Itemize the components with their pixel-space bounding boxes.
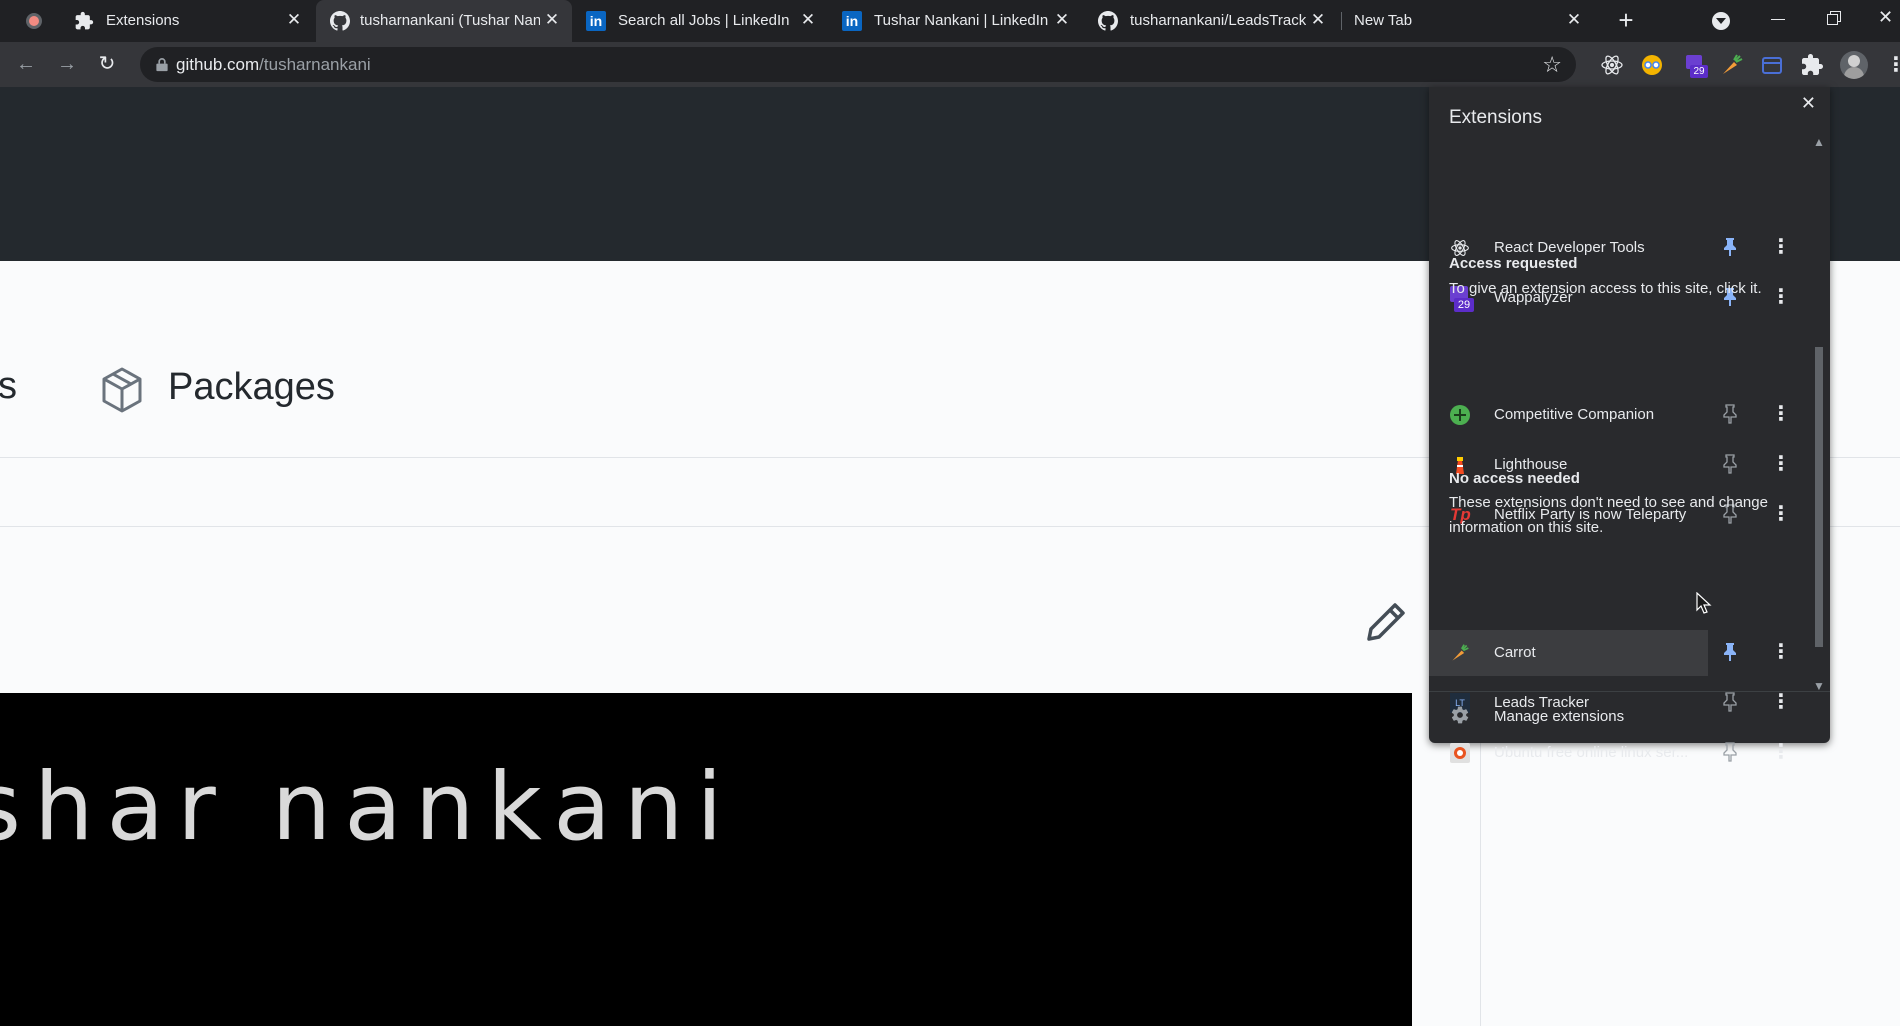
calendar-extension-icon[interactable] [1760,53,1784,77]
pin-icon[interactable] [1723,642,1737,662]
manage-extensions-label: Manage extensions [1494,708,1625,725]
tab-strip: Extensions ✕ tusharnankani (Tushar Nan ✕… [0,0,1900,42]
tab-new-tab[interactable]: New Tab ✕ [1342,0,1596,42]
extension-name: React Developer Tools [1494,239,1645,256]
close-icon[interactable]: ✕ [1052,10,1072,30]
extension-row-carrot-actions: ⋮ [1429,630,1809,676]
badge-count: 29 [1690,65,1708,78]
wappalyzer-icon[interactable]: 29 [1684,53,1708,78]
tab-linkedin-profile[interactable]: in Tushar Nankani | LinkedIn ✕ [830,0,1084,42]
pin-outline-icon[interactable] [1723,454,1737,474]
scroll-up-arrow[interactable]: ▲ [1812,135,1826,149]
back-button[interactable]: ← [14,52,38,76]
tab-search-icon[interactable] [1712,12,1730,30]
mouse-cursor-icon [1696,592,1712,614]
extensions-popup: Extensions ✕ React Developer Tools ⋮ 29 … [1429,87,1830,763]
pencil-icon[interactable] [1365,601,1407,643]
restore-button[interactable] [1824,8,1844,28]
scrollbar-thumb[interactable] [1815,347,1823,647]
carrot-icon[interactable] [1720,53,1744,77]
package-icon [102,367,142,413]
close-icon[interactable]: ✕ [542,10,562,30]
extensions-puzzle-icon[interactable] [1800,53,1824,77]
competitive-companion-icon [1450,405,1470,425]
new-tab-button[interactable]: + [1612,6,1640,34]
linkedin-icon: in [586,11,606,31]
reload-button[interactable]: ↻ [95,52,119,76]
linkedin-icon: in [842,11,862,31]
pin-outline-icon[interactable] [1723,742,1737,762]
minimize-button[interactable] [1768,8,1788,28]
tab-linkedin-jobs[interactable]: in Search all Jobs | LinkedIn ✕ [574,0,828,42]
profile-banner-image: shar nankani [0,693,1412,1026]
popup-title: Extensions [1449,107,1542,128]
more-options-icon[interactable]: ⋮ [1771,235,1791,259]
lock-icon [156,58,168,72]
window-close-button[interactable]: ✕ [1878,6,1900,28]
tab-title: tusharnankani/LeadsTracke [1130,12,1306,29]
tab-title: Tushar Nankani | LinkedIn [874,12,1049,29]
close-icon[interactable]: ✕ [284,10,304,30]
close-icon[interactable]: ✕ [1564,10,1584,30]
tab-extensions[interactable]: Extensions ✕ [62,0,314,42]
more-options-icon[interactable]: ⋮ [1771,402,1791,426]
bookmark-star-icon[interactable]: ☆ [1542,52,1562,78]
pin-icon[interactable] [1723,237,1737,257]
url-host: github.com [176,55,260,74]
github-icon [330,11,350,31]
more-options-icon[interactable]: ⋮ [1771,640,1791,664]
pin-outline-icon[interactable] [1723,404,1737,424]
nav-tab-partial[interactable]: s [0,365,17,408]
forward-button[interactable]: → [55,52,79,76]
banner-text: shar nankani [0,753,736,862]
tab-title: Search all Jobs | LinkedIn [618,12,790,29]
puzzle-icon [75,11,94,30]
address-bar[interactable]: github.com/tusharnankani ☆ [140,47,1576,82]
url-path: /tusharnankani [259,55,371,74]
section-description: These extensions don't need to see and c… [1449,494,1768,536]
github-icon [1098,11,1118,31]
divider [1429,691,1830,692]
extension-name: Competitive Companion [1494,406,1655,423]
browser-menu-icon[interactable]: ⋮ [1886,53,1900,77]
tab-github-leadstracker[interactable]: tusharnankani/LeadsTracke ✕ [1086,0,1340,42]
close-icon[interactable]: ✕ [1801,93,1816,114]
section-title-no-access: No access needed [1449,470,1580,487]
url-text: github.com/tusharnankani [176,55,371,75]
nav-tab-packages[interactable]: Packages [168,366,335,409]
more-options-icon[interactable]: ⋮ [1771,740,1791,764]
manage-extensions-button[interactable]: Manage extensions [1429,693,1830,739]
record-indicator-icon[interactable] [26,13,42,29]
more-options-icon[interactable]: ⋮ [1771,452,1791,476]
tab-title: New Tab [1354,12,1413,29]
react-icon[interactable] [1600,53,1624,77]
extension-row-competitive-companion[interactable]: Competitive Companion ⋮ [1429,392,1809,438]
tab-github-profile[interactable]: tusharnankani (Tushar Nan ✕ [316,0,572,42]
section-title-access-requested: Access requested [1449,255,1578,272]
extension-name: Ubuntu free online linux ser... [1494,744,1689,761]
toolbar: ← → ↻ github.com/tusharnankani ☆ 29 ⋮ [0,42,1900,87]
gear-icon [1451,706,1469,724]
close-icon[interactable]: ✕ [798,10,818,30]
glasses-extension-icon[interactable] [1640,53,1664,77]
tab-title: Extensions [106,12,180,29]
ubuntu-icon [1450,743,1470,763]
close-icon[interactable]: ✕ [1308,10,1328,30]
tab-title: tusharnankani (Tushar Nan [360,12,540,29]
profile-avatar[interactable] [1840,51,1868,79]
section-description: To give an extension access to this site… [1449,280,1762,297]
